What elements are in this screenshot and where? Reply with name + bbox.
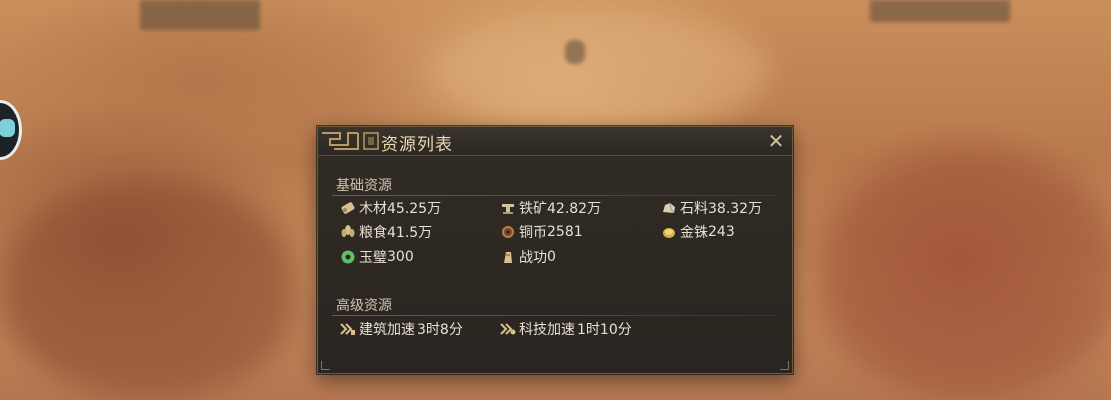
map-terrain-light (430, 10, 770, 130)
section-divider (332, 195, 778, 196)
corner-ornament (780, 361, 789, 370)
resource-name: 石料 (680, 201, 708, 217)
build-speedup-icon (340, 321, 356, 337)
resource-value: 42.82万 (547, 201, 602, 217)
resource-iron[interactable]: 铁矿 42.82万 (500, 198, 601, 218)
resource-gold-coin[interactable]: 金铢 243 (661, 222, 735, 242)
stone-icon (661, 200, 677, 216)
tech-speedup-icon (500, 321, 516, 337)
resource-copper-coin[interactable]: 铜币 2581 (500, 222, 583, 242)
resource-name: 建筑加速 (359, 322, 415, 338)
jade-icon (340, 249, 356, 265)
resource-value: 0 (547, 249, 556, 265)
map-terrain-dark (0, 180, 300, 400)
dialog-title: 资源列表 (381, 135, 453, 155)
resource-name: 战功 (519, 250, 547, 266)
resource-grain[interactable]: 粮食 41.5万 (340, 222, 432, 242)
wood-icon (340, 200, 356, 216)
resource-value: 3时8分 (417, 322, 463, 338)
resource-build-speedup[interactable]: 建筑加速 3时8分 (340, 319, 463, 339)
corner-ornament (321, 361, 330, 370)
gold-coin-icon (661, 224, 677, 240)
close-button[interactable]: ✕ (764, 129, 788, 153)
resource-stone[interactable]: 石料 38.32万 (661, 198, 762, 218)
map-city-right (870, 0, 1010, 22)
resource-wood[interactable]: 木材 45.25万 (340, 198, 441, 218)
resource-value: 1时10分 (577, 322, 632, 338)
map-city-left (140, 0, 260, 30)
section-divider (332, 315, 778, 316)
resource-list-dialog: 资源列表 ✕ 基础资源 木材 45.25万 铁矿 42.82万 石料 38.32万 粮… (317, 126, 793, 374)
map-terrain-red (820, 150, 1111, 400)
resource-value: 45.25万 (387, 201, 442, 217)
resource-value: 300 (387, 249, 414, 265)
resource-name: 金铢 (680, 225, 708, 241)
resource-name: 铜币 (519, 225, 547, 241)
resource-value: 38.32万 (708, 201, 763, 217)
resource-value: 2581 (547, 224, 583, 240)
resource-merit[interactable]: 战功 0 (500, 247, 556, 267)
resource-jade[interactable]: 玉璧 300 (340, 247, 414, 267)
dialog-header: 资源列表 ✕ (318, 127, 792, 156)
avatar[interactable] (0, 100, 22, 160)
resource-name: 粮食 (359, 225, 387, 241)
resource-value: 41.5万 (387, 225, 433, 241)
section-basic-label: 基础资源 (336, 178, 392, 194)
resource-name: 科技加速 (519, 322, 575, 338)
resource-value: 243 (708, 224, 735, 240)
avatar-face-icon (0, 119, 15, 137)
copper-coin-icon (500, 224, 516, 240)
resource-name: 木材 (359, 201, 387, 217)
iron-icon (500, 200, 516, 216)
grain-icon (340, 224, 356, 240)
title-ornament-icon (322, 132, 379, 150)
resource-tech-speedup[interactable]: 科技加速 1时10分 (500, 319, 632, 339)
section-advanced-label: 高级资源 (336, 298, 392, 314)
resource-name: 玉璧 (359, 250, 387, 266)
map-unit (565, 40, 585, 64)
merit-icon (500, 249, 516, 265)
resource-name: 铁矿 (519, 201, 547, 217)
